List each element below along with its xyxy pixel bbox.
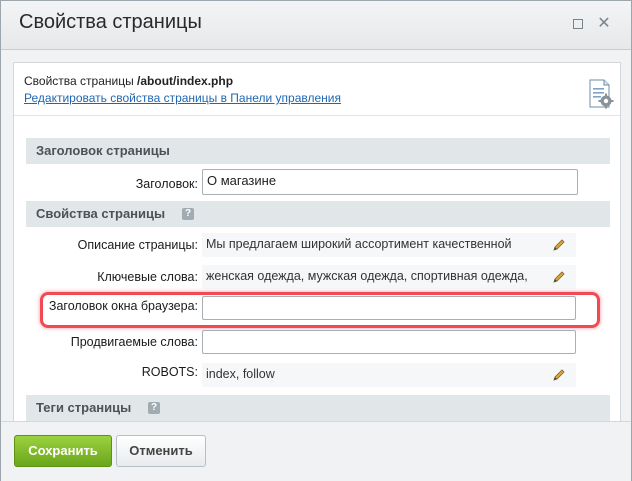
robots-value[interactable]: index, follow: [202, 363, 576, 387]
properties-panel: Свойства страницы /about/index.php Редак…: [13, 62, 621, 421]
maximize-icon[interactable]: [571, 17, 585, 31]
dialog-title: Свойства страницы: [19, 11, 202, 33]
info-title-path: /about/index.php: [137, 74, 234, 88]
promoted-words-label: Продвигаемые слова:: [70, 335, 198, 349]
description-label: Описание страницы:: [77, 238, 198, 252]
dialog-titlebar[interactable]: Свойства страницы ✕: [1, 1, 631, 50]
section-page-tags: Теги страницы ?: [26, 395, 610, 421]
info-title-prefix: Свойства страницы: [24, 74, 138, 88]
close-icon[interactable]: ✕: [597, 16, 611, 32]
title-input[interactable]: О магазине: [202, 169, 578, 195]
save-button[interactable]: Сохранить: [14, 435, 112, 467]
keywords-value[interactable]: женская одежда, мужская одежда, спортивн…: [202, 265, 576, 289]
promoted-words-input[interactable]: [202, 330, 576, 354]
page-properties-dialog: Свойства страницы ✕ Свойства страницы /a…: [0, 0, 632, 481]
help-icon[interactable]: ?: [148, 402, 160, 414]
cancel-button[interactable]: Отменить: [116, 435, 206, 467]
section-page-tags-label: Теги страницы: [36, 400, 132, 415]
pencil-icon[interactable]: [552, 270, 566, 284]
title-label: Заголовок:: [135, 177, 198, 191]
highlight-frame: [40, 292, 600, 328]
info-bar: Свойства страницы /about/index.php Редак…: [14, 63, 620, 116]
page-settings-icon: [589, 79, 614, 109]
robots-label: ROBOTS:: [141, 365, 198, 379]
edit-in-control-panel-link[interactable]: Редактировать свойства страницы в Панели…: [24, 91, 341, 105]
info-title: Свойства страницы /about/index.php: [24, 74, 233, 88]
keywords-label: Ключевые слова:: [97, 270, 198, 284]
dialog-content: Свойства страницы /about/index.php Редак…: [1, 50, 631, 421]
pencil-icon[interactable]: [552, 238, 566, 252]
section-page-properties-label: Свойства страницы: [36, 206, 166, 221]
description-value[interactable]: Мы предлагаем широкий ассортимент качест…: [202, 233, 576, 257]
section-page-header: Заголовок страницы: [26, 138, 610, 164]
pencil-icon[interactable]: [552, 368, 566, 382]
help-icon[interactable]: ?: [182, 208, 194, 220]
dialog-footer: Сохранить Отменить: [1, 421, 631, 481]
section-page-header-label: Заголовок страницы: [36, 143, 170, 158]
section-page-properties: Свойства страницы ?: [26, 201, 610, 227]
